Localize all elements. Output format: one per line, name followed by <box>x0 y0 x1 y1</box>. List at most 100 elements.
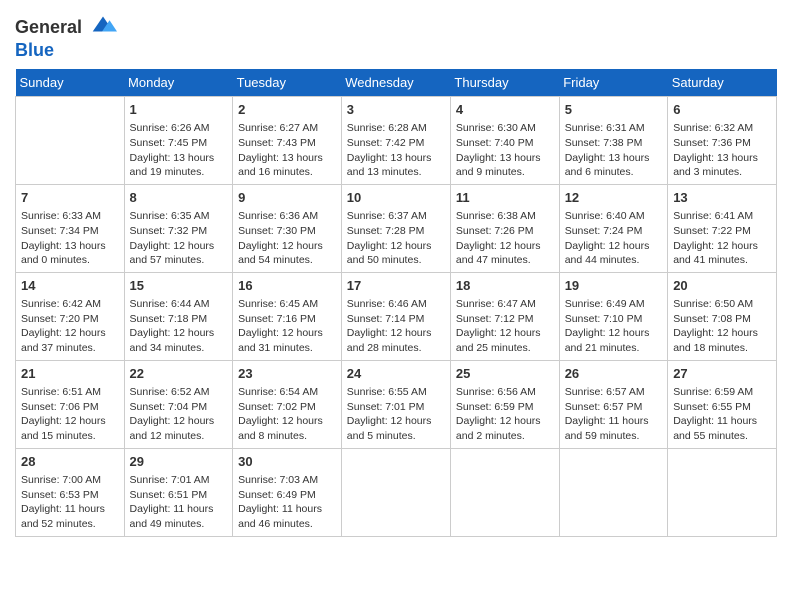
day-cell: 24 Sunrise: 6:55 AMSunset: 7:01 PMDayligh… <box>341 360 450 448</box>
week-row-3: 14 Sunrise: 6:42 AMSunset: 7:20 PMDayligh… <box>16 272 777 360</box>
day-cell: 9 Sunrise: 6:36 AMSunset: 7:30 PMDaylight… <box>233 184 342 272</box>
day-info: Sunrise: 7:01 AMSunset: 6:51 PMDaylight:… <box>130 473 228 532</box>
day-number: 10 <box>347 189 445 207</box>
day-info: Sunrise: 6:55 AMSunset: 7:01 PMDaylight:… <box>347 385 445 444</box>
logo-line1: General <box>15 17 82 37</box>
day-info: Sunrise: 6:57 AMSunset: 6:57 PMDaylight:… <box>565 385 663 444</box>
logo: General Blue <box>15 14 117 61</box>
calendar-table: SundayMondayTuesdayWednesdayThursdayFrid… <box>15 69 777 537</box>
day-info: Sunrise: 6:42 AMSunset: 7:20 PMDaylight:… <box>21 297 119 356</box>
day-info: Sunrise: 6:49 AMSunset: 7:10 PMDaylight:… <box>565 297 663 356</box>
week-row-2: 7 Sunrise: 6:33 AMSunset: 7:34 PMDaylight… <box>16 184 777 272</box>
day-cell: 25 Sunrise: 6:56 AMSunset: 6:59 PMDayligh… <box>450 360 559 448</box>
day-info: Sunrise: 6:59 AMSunset: 6:55 PMDaylight:… <box>673 385 771 444</box>
day-info: Sunrise: 6:33 AMSunset: 7:34 PMDaylight:… <box>21 209 119 268</box>
day-number: 22 <box>130 365 228 383</box>
day-number: 12 <box>565 189 663 207</box>
day-cell: 8 Sunrise: 6:35 AMSunset: 7:32 PMDaylight… <box>124 184 233 272</box>
day-number: 29 <box>130 453 228 471</box>
day-number: 28 <box>21 453 119 471</box>
day-cell <box>668 448 777 536</box>
logo-line2: Blue <box>15 40 117 61</box>
day-info: Sunrise: 6:50 AMSunset: 7:08 PMDaylight:… <box>673 297 771 356</box>
day-cell: 7 Sunrise: 6:33 AMSunset: 7:34 PMDaylight… <box>16 184 125 272</box>
day-info: Sunrise: 6:32 AMSunset: 7:36 PMDaylight:… <box>673 121 771 180</box>
day-info: Sunrise: 7:00 AMSunset: 6:53 PMDaylight:… <box>21 473 119 532</box>
day-cell: 17 Sunrise: 6:46 AMSunset: 7:14 PMDayligh… <box>341 272 450 360</box>
day-number: 4 <box>456 101 554 119</box>
day-number: 15 <box>130 277 228 295</box>
day-cell: 12 Sunrise: 6:40 AMSunset: 7:24 PMDayligh… <box>559 184 668 272</box>
day-number: 17 <box>347 277 445 295</box>
day-number: 21 <box>21 365 119 383</box>
day-number: 16 <box>238 277 336 295</box>
day-info: Sunrise: 6:38 AMSunset: 7:26 PMDaylight:… <box>456 209 554 268</box>
day-headers-row: SundayMondayTuesdayWednesdayThursdayFrid… <box>16 69 777 97</box>
day-cell: 29 Sunrise: 7:01 AMSunset: 6:51 PMDayligh… <box>124 448 233 536</box>
day-info: Sunrise: 6:51 AMSunset: 7:06 PMDaylight:… <box>21 385 119 444</box>
day-number: 5 <box>565 101 663 119</box>
day-info: Sunrise: 6:45 AMSunset: 7:16 PMDaylight:… <box>238 297 336 356</box>
day-number: 9 <box>238 189 336 207</box>
day-number: 23 <box>238 365 336 383</box>
day-cell: 1 Sunrise: 6:26 AMSunset: 7:45 PMDaylight… <box>124 97 233 185</box>
week-row-1: 1 Sunrise: 6:26 AMSunset: 7:45 PMDaylight… <box>16 97 777 185</box>
day-cell <box>559 448 668 536</box>
day-info: Sunrise: 6:26 AMSunset: 7:45 PMDaylight:… <box>130 121 228 180</box>
day-number: 26 <box>565 365 663 383</box>
day-cell: 20 Sunrise: 6:50 AMSunset: 7:08 PMDayligh… <box>668 272 777 360</box>
day-header-friday: Friday <box>559 69 668 97</box>
day-header-monday: Monday <box>124 69 233 97</box>
day-cell: 22 Sunrise: 6:52 AMSunset: 7:04 PMDayligh… <box>124 360 233 448</box>
day-info: Sunrise: 6:54 AMSunset: 7:02 PMDaylight:… <box>238 385 336 444</box>
day-info: Sunrise: 6:37 AMSunset: 7:28 PMDaylight:… <box>347 209 445 268</box>
day-info: Sunrise: 6:31 AMSunset: 7:38 PMDaylight:… <box>565 121 663 180</box>
day-cell: 13Sunrise: 6:41 AMSunset: 7:22 PMDayligh… <box>668 184 777 272</box>
day-header-wednesday: Wednesday <box>341 69 450 97</box>
day-cell: 19 Sunrise: 6:49 AMSunset: 7:10 PMDayligh… <box>559 272 668 360</box>
day-cell: 2Sunrise: 6:27 AMSunset: 7:43 PMDaylight… <box>233 97 342 185</box>
day-cell: 28 Sunrise: 7:00 AMSunset: 6:53 PMDayligh… <box>16 448 125 536</box>
day-info: Sunrise: 6:36 AMSunset: 7:30 PMDaylight:… <box>238 209 336 268</box>
day-info: Sunrise: 6:56 AMSunset: 6:59 PMDaylight:… <box>456 385 554 444</box>
day-cell: 4 Sunrise: 6:30 AMSunset: 7:40 PMDaylight… <box>450 97 559 185</box>
day-number: 20 <box>673 277 771 295</box>
day-cell: 15 Sunrise: 6:44 AMSunset: 7:18 PMDayligh… <box>124 272 233 360</box>
day-header-tuesday: Tuesday <box>233 69 342 97</box>
day-number: 2 <box>238 101 336 119</box>
day-header-sunday: Sunday <box>16 69 125 97</box>
day-cell: 23 Sunrise: 6:54 AMSunset: 7:02 PMDayligh… <box>233 360 342 448</box>
day-info: Sunrise: 6:52 AMSunset: 7:04 PMDaylight:… <box>130 385 228 444</box>
day-info: Sunrise: 6:46 AMSunset: 7:14 PMDaylight:… <box>347 297 445 356</box>
day-cell: 14 Sunrise: 6:42 AMSunset: 7:20 PMDayligh… <box>16 272 125 360</box>
day-number: 7 <box>21 189 119 207</box>
day-cell <box>450 448 559 536</box>
day-number: 8 <box>130 189 228 207</box>
day-header-thursday: Thursday <box>450 69 559 97</box>
day-info: Sunrise: 6:41 AMSunset: 7:22 PMDaylight:… <box>673 209 771 268</box>
day-cell: 18Sunrise: 6:47 AMSunset: 7:12 PMDayligh… <box>450 272 559 360</box>
day-info: Sunrise: 7:03 AMSunset: 6:49 PMDaylight:… <box>238 473 336 532</box>
week-row-4: 21 Sunrise: 6:51 AMSunset: 7:06 PMDayligh… <box>16 360 777 448</box>
day-cell: 26 Sunrise: 6:57 AMSunset: 6:57 PMDayligh… <box>559 360 668 448</box>
day-number: 25 <box>456 365 554 383</box>
day-number: 30 <box>238 453 336 471</box>
day-number: 1 <box>130 101 228 119</box>
day-info: Sunrise: 6:30 AMSunset: 7:40 PMDaylight:… <box>456 121 554 180</box>
day-number: 27 <box>673 365 771 383</box>
day-info: Sunrise: 6:44 AMSunset: 7:18 PMDaylight:… <box>130 297 228 356</box>
day-number: 14 <box>21 277 119 295</box>
day-cell: 10 Sunrise: 6:37 AMSunset: 7:28 PMDayligh… <box>341 184 450 272</box>
day-number: 3 <box>347 101 445 119</box>
day-info: Sunrise: 6:28 AMSunset: 7:42 PMDaylight:… <box>347 121 445 180</box>
page-header: General Blue <box>15 10 777 61</box>
day-info: Sunrise: 6:35 AMSunset: 7:32 PMDaylight:… <box>130 209 228 268</box>
day-cell: 27 Sunrise: 6:59 AMSunset: 6:55 PMDayligh… <box>668 360 777 448</box>
day-number: 24 <box>347 365 445 383</box>
day-cell: 30 Sunrise: 7:03 AMSunset: 6:49 PMDayligh… <box>233 448 342 536</box>
day-info: Sunrise: 6:40 AMSunset: 7:24 PMDaylight:… <box>565 209 663 268</box>
day-cell: 11Sunrise: 6:38 AMSunset: 7:26 PMDayligh… <box>450 184 559 272</box>
day-cell: 16 Sunrise: 6:45 AMSunset: 7:16 PMDayligh… <box>233 272 342 360</box>
day-number: 19 <box>565 277 663 295</box>
day-cell <box>16 97 125 185</box>
